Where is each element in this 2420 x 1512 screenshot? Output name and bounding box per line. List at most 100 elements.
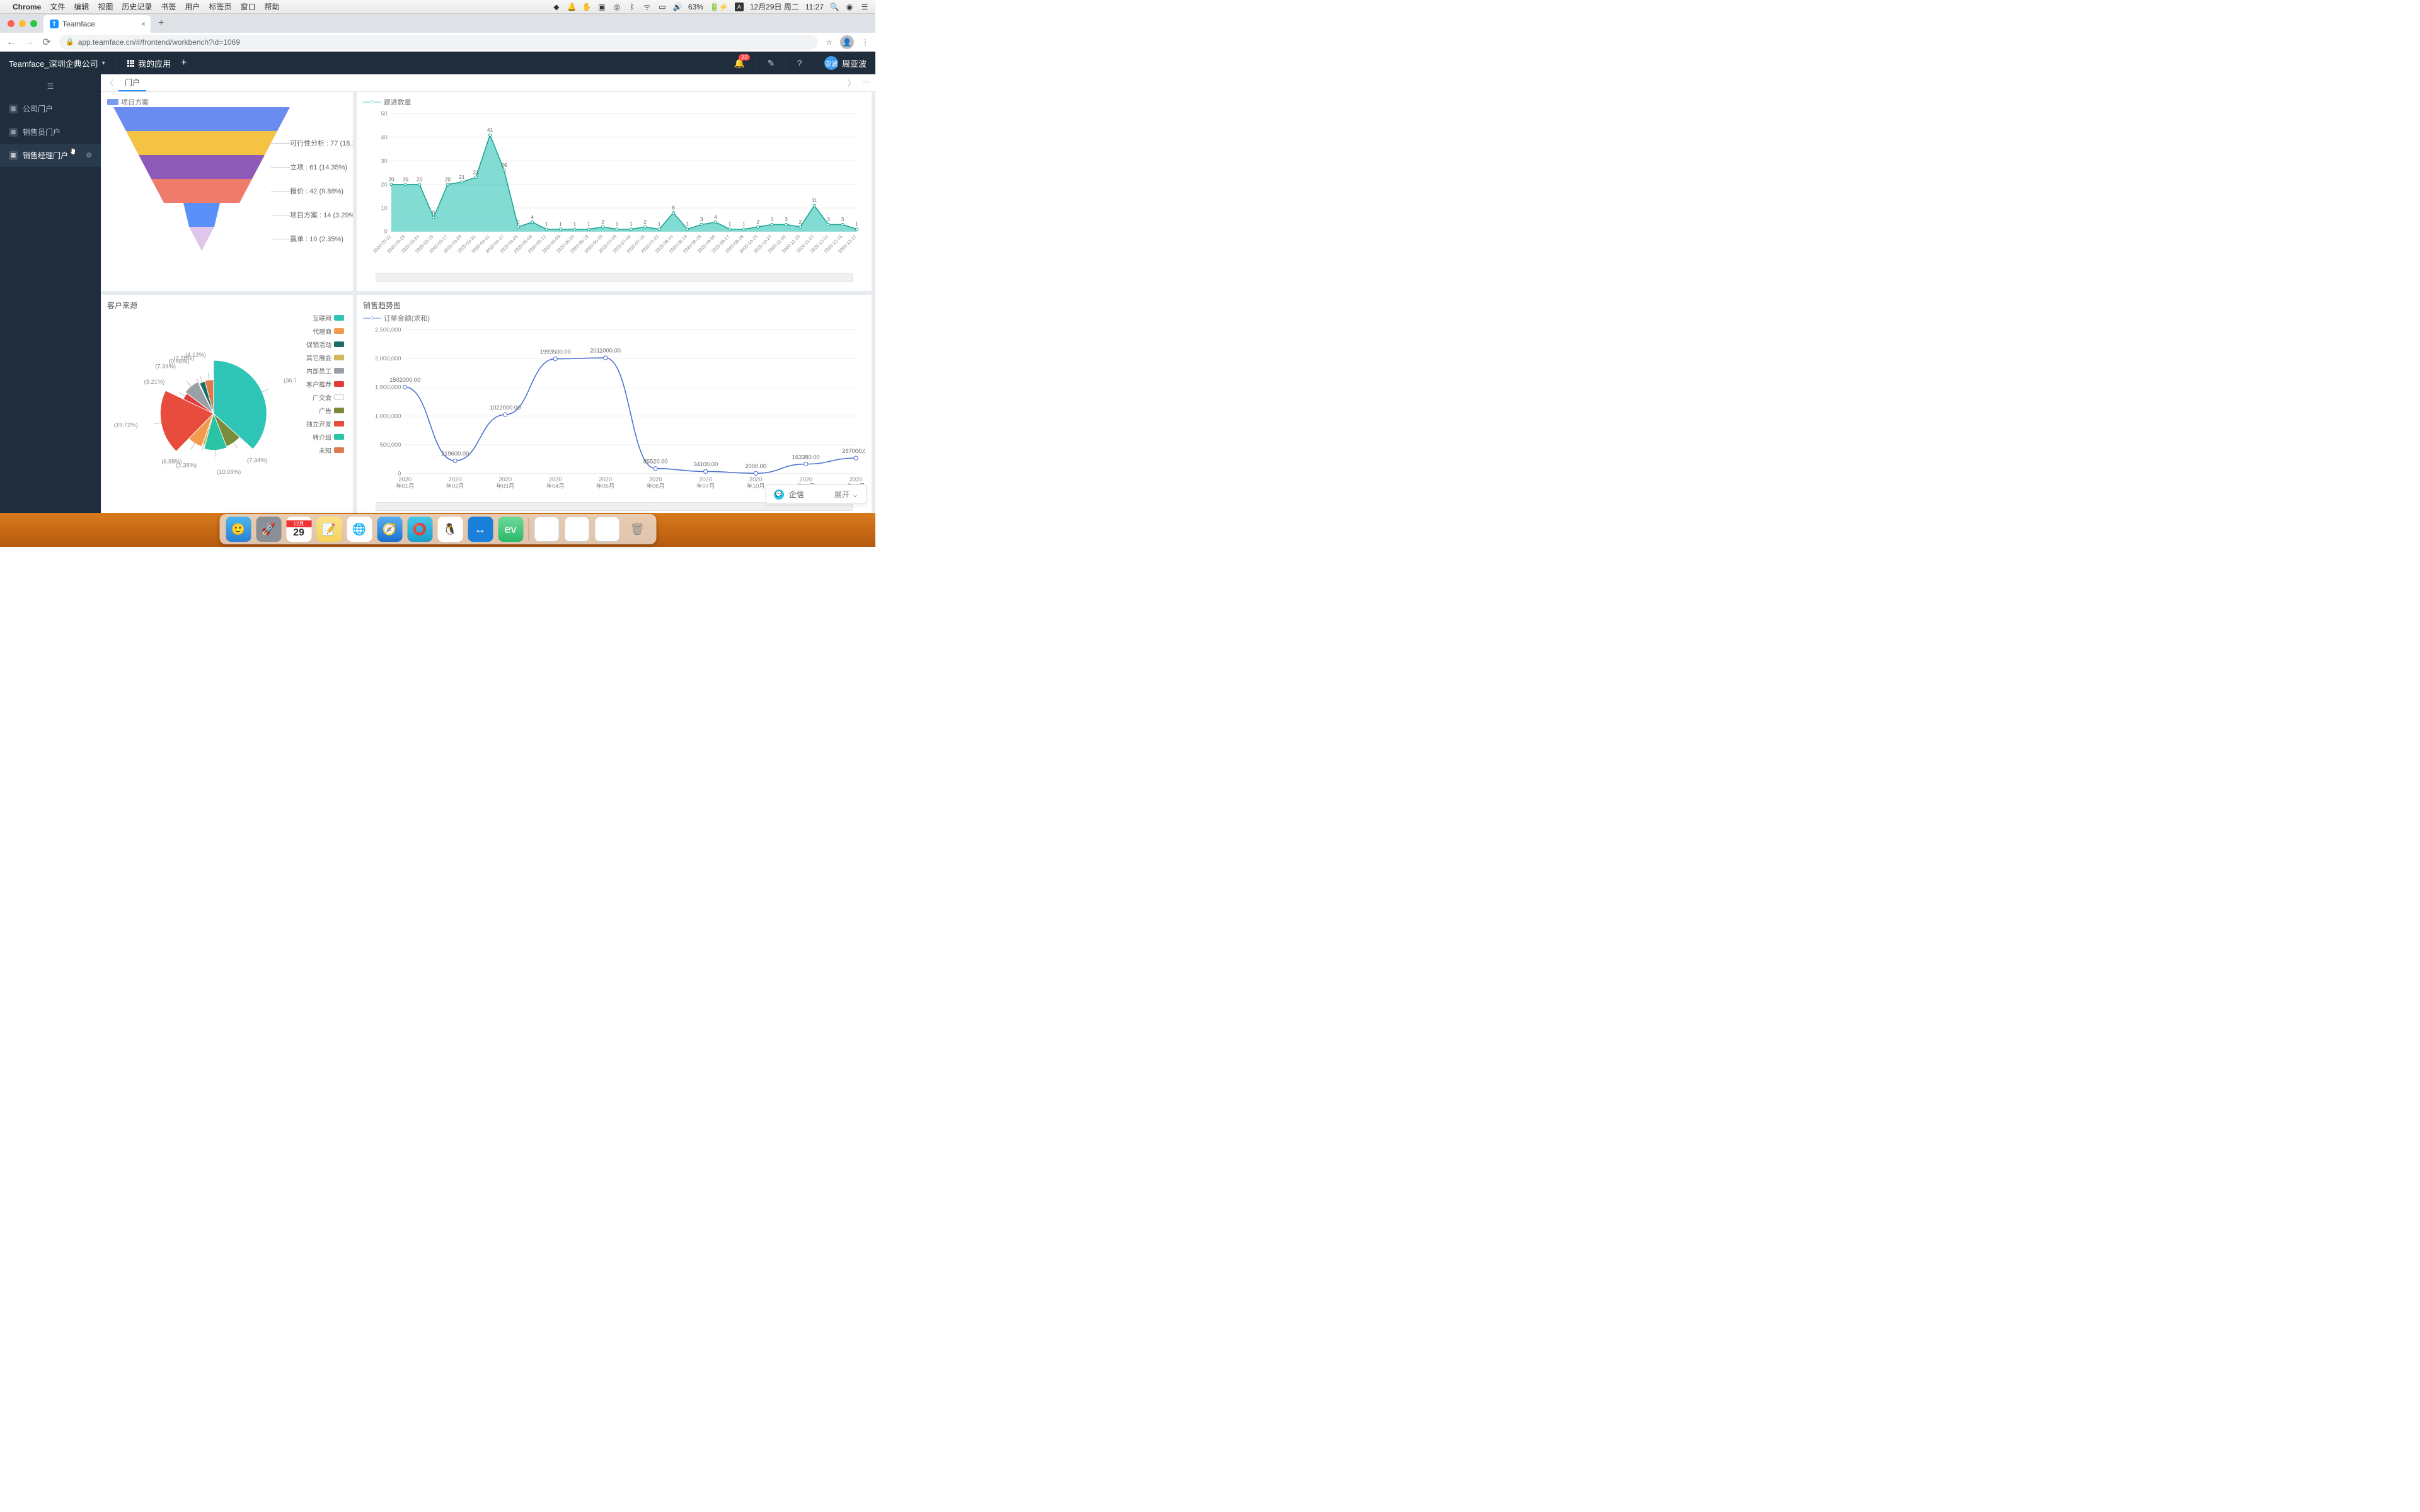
notes-icon[interactable]: 📝 — [316, 517, 342, 542]
forward-button[interactable]: → — [24, 37, 34, 48]
safari-icon[interactable]: 🧭 — [377, 517, 402, 542]
user-menu[interactable]: 亚波 周亚波 — [824, 56, 867, 70]
legend-item[interactable]: 客户推荐 — [306, 379, 344, 389]
menubar-edit[interactable]: 编辑 — [74, 1, 89, 12]
volume-icon[interactable]: 🔊 — [673, 3, 682, 11]
menubar-bookmarks[interactable]: 书签 — [161, 1, 176, 12]
svg-text:3: 3 — [785, 216, 788, 222]
legend-item[interactable]: 广交会 — [306, 392, 344, 402]
minimized-window-1[interactable]: ▫ — [534, 517, 559, 542]
notification-bell-icon[interactable]: 🔔22 — [734, 58, 745, 69]
qq-icon[interactable]: 🐧 — [437, 517, 463, 542]
app-icon-2[interactable]: ev — [498, 517, 523, 542]
menubar-app-name[interactable]: Chrome — [13, 3, 41, 11]
tab-next-icon[interactable]: 〉 — [848, 77, 855, 88]
menubar-window[interactable]: 窗口 — [240, 1, 255, 12]
app-icon-1[interactable]: ⭕ — [407, 517, 432, 542]
tab-prev-icon[interactable]: 〈 — [106, 77, 113, 88]
spotlight-icon[interactable]: 🔍 — [830, 3, 839, 11]
funnel-segment — [120, 107, 284, 131]
legend-swatch — [334, 341, 344, 347]
address-bar[interactable]: 🔒 app.teamface.cn/#/frontend/workbench?i… — [59, 35, 818, 50]
sidebar-item-label: 销售经理门户 — [23, 150, 68, 161]
svg-text:11: 11 — [812, 197, 817, 203]
svg-text:1,000,000: 1,000,000 — [375, 413, 401, 419]
help-icon[interactable]: ? — [797, 58, 802, 68]
finder-icon[interactable]: 🙂 — [226, 517, 251, 542]
tab-portal[interactable]: 门户 — [118, 74, 146, 91]
teamviewer-icon[interactable]: ↔ — [468, 517, 493, 542]
launchpad-icon[interactable]: 🚀 — [256, 517, 281, 542]
trend-chart: 0500,0001,000,0001,500,0002,000,0002,500… — [363, 323, 865, 500]
tray-square-icon[interactable]: ▣ — [597, 3, 606, 11]
tray-app-icon[interactable]: ◆ — [552, 3, 561, 11]
menubar-tabs[interactable]: 标签页 — [209, 1, 231, 12]
sidebar-item-company-portal[interactable]: ▦ 公司门户 — [0, 97, 101, 120]
legend-item[interactable]: 促销活动 — [306, 340, 344, 349]
tray-bell-icon[interactable]: 🔔 — [567, 3, 576, 11]
legend-label: 广告 — [319, 406, 331, 415]
legend-item[interactable]: 未知 — [306, 445, 344, 455]
chrome-menu-icon[interactable]: ⋮ — [861, 38, 869, 47]
my-apps-button[interactable]: 我的应用 — [127, 57, 171, 69]
tray-hand-icon[interactable]: ✋ — [582, 3, 591, 11]
browser-tab[interactable]: T Teamface × — [43, 15, 151, 33]
sidebar-item-salesman-portal[interactable]: ▦ 销售员门户 — [0, 120, 101, 144]
legend-swatch — [334, 368, 344, 374]
input-method-icon[interactable]: A — [735, 3, 744, 11]
bluetooth-icon[interactable]: ᛒ — [628, 3, 637, 11]
menubar-date[interactable]: 12月29日 周二 — [750, 1, 799, 12]
menubar-view[interactable]: 视图 — [98, 1, 113, 12]
siri-icon[interactable]: ◉ — [845, 3, 854, 11]
qixin-expand[interactable]: 展开 ⌄ — [834, 489, 858, 500]
lock-icon: 🔒 — [66, 38, 74, 46]
svg-text:3: 3 — [841, 216, 844, 222]
menubar-time[interactable]: 11:27 — [805, 3, 824, 11]
back-button[interactable]: ← — [6, 37, 16, 48]
window-controls[interactable] — [8, 20, 37, 27]
org-switcher[interactable]: Teamface_深圳企典公司 ▾ — [9, 57, 105, 69]
collapse-sidebar-icon[interactable]: ☰ — [0, 78, 101, 97]
sidebar-item-sales-manager-portal[interactable]: ▦ 销售经理门户 ⚙ — [0, 144, 101, 167]
control-center-icon[interactable]: ☰ — [860, 3, 869, 11]
menubar-history[interactable]: 历史记录 — [122, 1, 152, 12]
sidebar-item-label: 公司门户 — [23, 103, 53, 114]
chevron-down-icon: ▾ — [102, 60, 105, 67]
battery-pct[interactable]: 63% — [688, 3, 703, 11]
reload-button[interactable]: ⟳ — [42, 36, 52, 49]
legend-item[interactable]: 内部员工 — [306, 366, 344, 375]
legend-item[interactable]: 广告 — [306, 406, 344, 415]
chrome-profile-icon[interactable]: 👤 — [840, 35, 854, 49]
minimized-window-3[interactable]: ▫ — [594, 517, 619, 542]
chrome-icon[interactable]: 🌐 — [347, 517, 372, 542]
followup-scrubber[interactable] — [376, 273, 853, 282]
trash-icon[interactable]: 🗑 — [625, 517, 650, 542]
portal-icon: ▦ — [9, 151, 18, 160]
menubar-file[interactable]: 文件 — [50, 1, 65, 12]
more-icon[interactable]: ⋯ — [863, 77, 870, 88]
tray-circle-icon[interactable]: ◎ — [613, 3, 621, 11]
gear-icon[interactable]: ⚙ — [86, 151, 92, 159]
menubar-user[interactable]: 用户 — [185, 1, 200, 12]
qixin-widget[interactable]: 💬 企信 展开 ⌄ — [766, 484, 867, 504]
menubar-help[interactable]: 帮助 — [264, 1, 279, 12]
wifi-icon[interactable]: ᯤ — [643, 3, 652, 11]
legend-item[interactable]: 独立开发 — [306, 419, 344, 428]
minimized-window-2[interactable]: ▫ — [564, 517, 589, 542]
edit-icon[interactable]: ✎ — [768, 58, 775, 69]
new-tab-button[interactable]: + — [158, 18, 164, 29]
username: 周亚波 — [842, 57, 867, 69]
legend-item[interactable]: 代理商 — [306, 326, 344, 336]
bookmark-star-icon[interactable]: ☆ — [826, 38, 833, 47]
airplay-icon[interactable]: ▭ — [658, 3, 667, 11]
svg-text:1: 1 — [545, 221, 548, 227]
legend-item[interactable]: 互联网 — [306, 313, 344, 323]
add-app-button[interactable]: + — [181, 57, 187, 69]
chrome-toolbar: ← → ⟳ 🔒 app.teamface.cn/#/frontend/workb… — [0, 33, 875, 52]
battery-icon[interactable]: 🔋⚡ — [710, 3, 729, 11]
tab-close-icon[interactable]: × — [141, 20, 146, 28]
legend-item[interactable]: 其它展会 — [306, 353, 344, 362]
legend-swatch — [334, 328, 344, 334]
legend-item[interactable]: 转介绍 — [306, 432, 344, 442]
calendar-icon[interactable]: 12月29 — [286, 517, 311, 542]
